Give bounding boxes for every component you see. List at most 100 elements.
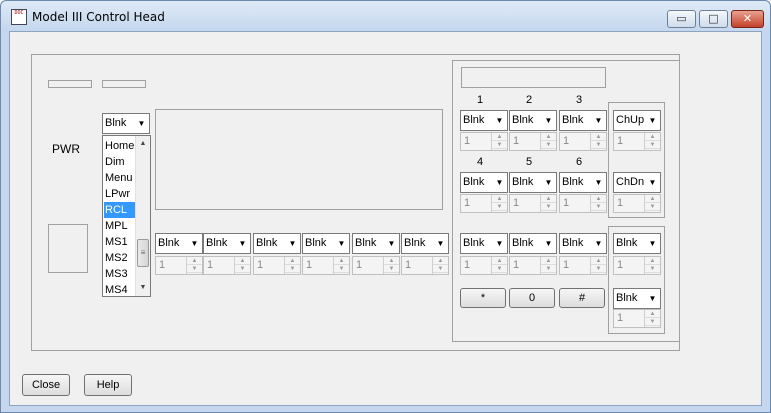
spin-down-icon[interactable]: ▼ [591, 141, 606, 149]
spin-down-icon[interactable]: ▼ [645, 318, 660, 326]
chevron-down-icon[interactable]: ▼ [284, 234, 300, 253]
key-spin-7[interactable]: 1 ▲ ▼ [460, 256, 508, 275]
scroll-down-icon[interactable]: ▼ [136, 280, 150, 296]
bottom-combo-3[interactable]: Blnk ▼ [253, 233, 301, 254]
spin-down-icon[interactable]: ▼ [541, 203, 556, 211]
chevron-down-icon[interactable]: ▼ [491, 234, 507, 253]
spin-down-icon[interactable]: ▼ [285, 265, 300, 273]
chevron-down-icon[interactable]: ▼ [540, 234, 556, 253]
mode-combo[interactable]: Blnk ▼ [102, 113, 150, 134]
spin-up-icon[interactable]: ▲ [285, 257, 300, 265]
chevron-down-icon[interactable]: ▼ [133, 114, 149, 133]
key-spin-6[interactable]: 1 ▲ ▼ [559, 194, 607, 213]
spin-up-icon[interactable]: ▲ [591, 257, 606, 265]
chevron-down-icon[interactable]: ▼ [644, 111, 660, 130]
spin-up-icon[interactable]: ▲ [541, 257, 556, 265]
spin-up-icon[interactable]: ▲ [492, 195, 507, 203]
dropdown-option[interactable]: MS4 [104, 282, 135, 298]
chevron-down-icon[interactable]: ▼ [644, 234, 660, 253]
bottom-spin-6[interactable]: 1 ▲ ▼ [401, 256, 449, 275]
bottom-spin-4[interactable]: 1 ▲ ▼ [302, 256, 350, 275]
key-combo-1[interactable]: Blnk ▼ [460, 110, 508, 131]
dropdown-scrollbar[interactable]: ▲ ≡ ▼ [135, 136, 150, 296]
key-combo-6[interactable]: Blnk ▼ [559, 172, 607, 193]
spin-up-icon[interactable]: ▲ [645, 133, 660, 141]
spin-down-icon[interactable]: ▼ [645, 265, 660, 273]
key-combo-7[interactable]: Blnk ▼ [460, 233, 508, 254]
dropdown-option[interactable]: Home [104, 138, 135, 154]
mode-dropdown-list[interactable]: Home Dim Menu LPwr RCL MPL MS1 MS2 MS3 M… [102, 135, 151, 297]
key-combo-2[interactable]: Blnk ▼ [509, 110, 557, 131]
dropdown-option[interactable]: LPwr [104, 186, 135, 202]
spin-down-icon[interactable]: ▼ [433, 265, 448, 273]
spin-up-icon[interactable]: ▲ [492, 133, 507, 141]
star-key-button[interactable]: * [460, 288, 506, 308]
spin-down-icon[interactable]: ▼ [187, 265, 202, 273]
chevron-down-icon[interactable]: ▼ [491, 111, 507, 130]
minimize-button[interactable]: ▭ [667, 10, 696, 28]
bottom-spin-3[interactable]: 1 ▲ ▼ [253, 256, 301, 275]
key-spin-1[interactable]: 1 ▲ ▼ [460, 132, 508, 151]
bottom-combo-1[interactable]: Blnk ▼ [155, 233, 203, 254]
chevron-down-icon[interactable]: ▼ [644, 173, 660, 192]
spin-down-icon[interactable]: ▼ [591, 265, 606, 273]
chevron-down-icon[interactable]: ▼ [590, 173, 606, 192]
bottom-combo-2[interactable]: Blnk ▼ [203, 233, 251, 254]
spin-down-icon[interactable]: ▼ [492, 203, 507, 211]
spin-up-icon[interactable]: ▲ [433, 257, 448, 265]
spin-down-icon[interactable]: ▼ [334, 265, 349, 273]
spin-down-icon[interactable]: ▼ [645, 141, 660, 149]
chevron-down-icon[interactable]: ▼ [540, 111, 556, 130]
bottom-spin-5[interactable]: 1 ▲ ▼ [352, 256, 400, 275]
spin-down-icon[interactable]: ▼ [541, 265, 556, 273]
key-spin-2[interactable]: 1 ▲ ▼ [509, 132, 557, 151]
spin-down-icon[interactable]: ▼ [541, 141, 556, 149]
chevron-down-icon[interactable]: ▼ [432, 234, 448, 253]
chevron-down-icon[interactable]: ▼ [491, 173, 507, 192]
key-spin-3[interactable]: 1 ▲ ▼ [559, 132, 607, 151]
spin-up-icon[interactable]: ▲ [645, 310, 660, 318]
dropdown-option[interactable]: MS3 [104, 266, 135, 282]
key-spin-5[interactable]: 1 ▲ ▼ [509, 194, 557, 213]
dropdown-option[interactable]: Menu [104, 170, 135, 186]
spin-up-icon[interactable]: ▲ [187, 257, 202, 265]
chevron-down-icon[interactable]: ▼ [590, 234, 606, 253]
dropdown-option-selected[interactable]: RCL [104, 202, 135, 218]
channel-down-spin[interactable]: 1 ▲ ▼ [613, 194, 661, 213]
channel-down-combo[interactable]: ChDn ▼ [613, 172, 661, 193]
chevron-down-icon[interactable]: ▼ [186, 234, 202, 253]
maximize-button[interactable]: □ [699, 10, 728, 28]
key-combo-9[interactable]: Blnk ▼ [559, 233, 607, 254]
spin-up-icon[interactable]: ▲ [334, 257, 349, 265]
spin-up-icon[interactable]: ▲ [645, 257, 660, 265]
channel-up-combo[interactable]: ChUp ▼ [613, 110, 661, 131]
title-bar[interactable]: DOC Model III Control Head ▭ □ ✕ [1, 1, 770, 31]
scrollbar-thumb[interactable]: ≡ [137, 239, 149, 267]
spin-up-icon[interactable]: ▲ [591, 195, 606, 203]
key-combo-5[interactable]: Blnk ▼ [509, 172, 557, 193]
spin-down-icon[interactable]: ▼ [591, 203, 606, 211]
aux-combo-2[interactable]: Blnk ▼ [613, 288, 661, 309]
spin-up-icon[interactable]: ▲ [541, 133, 556, 141]
spin-up-icon[interactable]: ▲ [384, 257, 399, 265]
bottom-combo-5[interactable]: Blnk ▼ [352, 233, 400, 254]
key-spin-9[interactable]: 1 ▲ ▼ [559, 256, 607, 275]
close-button[interactable]: Close [22, 374, 70, 396]
chevron-down-icon[interactable]: ▼ [333, 234, 349, 253]
dropdown-option[interactable]: MS1 [104, 234, 135, 250]
key-combo-8[interactable]: Blnk ▼ [509, 233, 557, 254]
bottom-spin-2[interactable]: 1 ▲ ▼ [203, 256, 251, 275]
chevron-down-icon[interactable]: ▼ [234, 234, 250, 253]
key-combo-4[interactable]: Blnk ▼ [460, 172, 508, 193]
spin-down-icon[interactable]: ▼ [235, 265, 250, 273]
bottom-combo-6[interactable]: Blnk ▼ [401, 233, 449, 254]
key-combo-3[interactable]: Blnk ▼ [559, 110, 607, 131]
spin-down-icon[interactable]: ▼ [492, 141, 507, 149]
spin-up-icon[interactable]: ▲ [645, 195, 660, 203]
aux-spin-1[interactable]: 1 ▲ ▼ [613, 256, 661, 275]
zero-key-button[interactable]: 0 [509, 288, 555, 308]
bottom-combo-4[interactable]: Blnk ▼ [302, 233, 350, 254]
hash-key-button[interactable]: # [559, 288, 605, 308]
bottom-spin-1[interactable]: 1 ▲ ▼ [155, 256, 203, 275]
spin-up-icon[interactable]: ▲ [541, 195, 556, 203]
